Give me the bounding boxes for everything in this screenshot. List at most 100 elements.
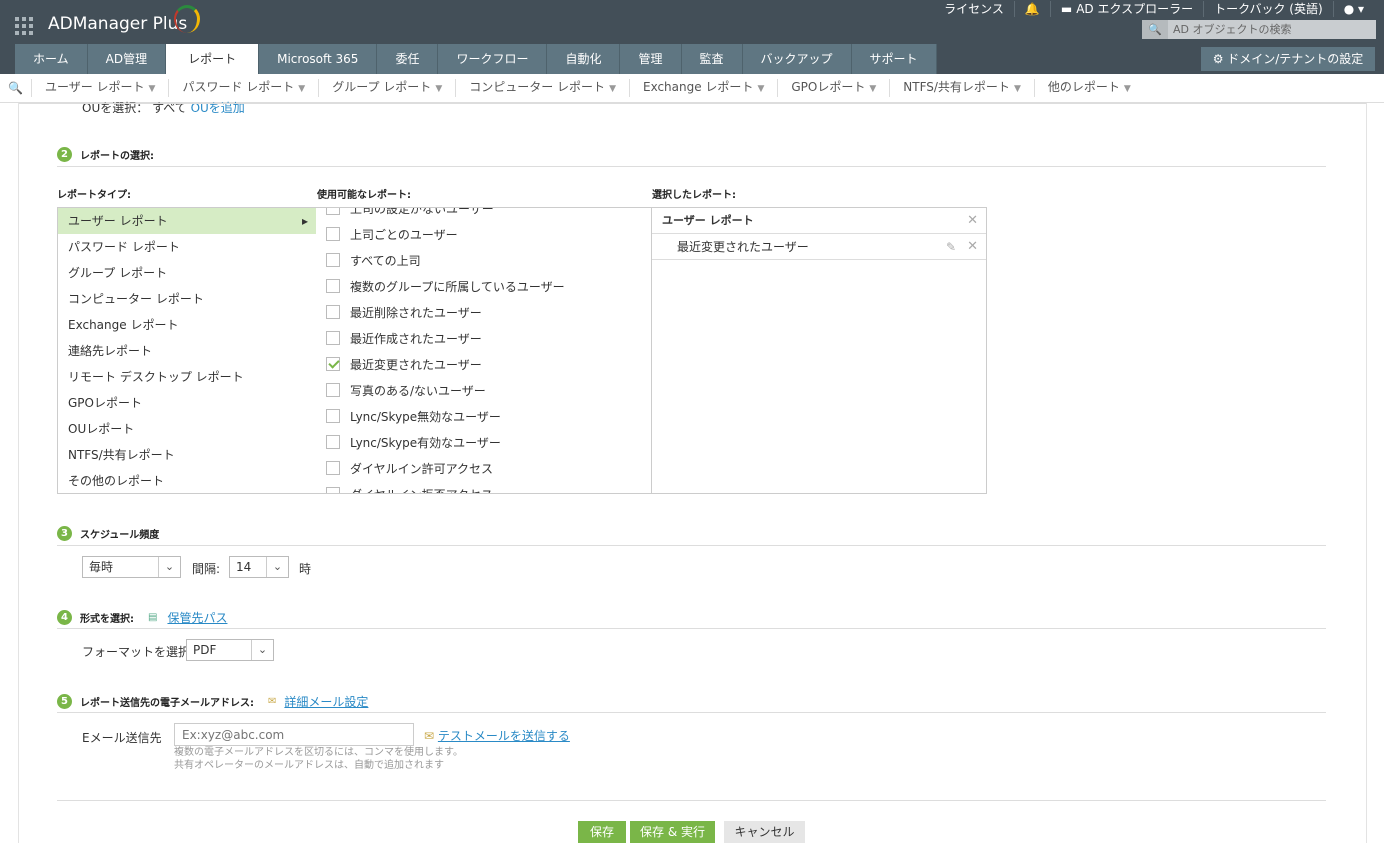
report-type-label: コンピューター レポート xyxy=(68,292,204,306)
talkback-link[interactable]: トークバック (英語) xyxy=(1204,1,1334,17)
email-hint: 複数の電子メールアドレスを区切るには、コンマを使用します。 xyxy=(174,747,463,758)
divider xyxy=(19,103,1366,104)
available-reports-header: 使用可能なレポート: xyxy=(317,190,411,201)
report-label: 複数のグループに所属しているユーザー xyxy=(350,279,565,294)
edit-icon[interactable]: ✎ xyxy=(946,234,956,260)
tab-10[interactable]: サポート xyxy=(851,44,937,74)
checkbox[interactable] xyxy=(326,383,340,397)
available-report-item[interactable]: すべての上司 xyxy=(326,247,651,273)
report-label: すべての上司 xyxy=(350,253,421,268)
checkbox[interactable] xyxy=(326,461,340,475)
subnav-item-6[interactable]: NTFS/共有レポート ▼ xyxy=(889,79,1034,97)
subnav-item-1[interactable]: パスワード レポート ▼ xyxy=(168,79,318,97)
tab-6[interactable]: 自動化 xyxy=(547,44,621,74)
checkbox[interactable] xyxy=(326,279,340,293)
frequency-select[interactable]: 毎時 ⌄ xyxy=(82,556,181,578)
checkbox[interactable] xyxy=(326,487,340,493)
app-grid-icon[interactable] xyxy=(15,17,33,35)
advanced-mail-settings-link[interactable]: 詳細メール設定 xyxy=(284,693,368,710)
save-button[interactable]: 保存 xyxy=(578,821,626,843)
tab-5[interactable]: ワークフロー xyxy=(438,44,548,74)
ou-row: OUを選択： すべて OUを追加 xyxy=(82,101,245,113)
checkbox[interactable] xyxy=(326,305,340,319)
report-type-label: パスワード レポート xyxy=(68,240,180,254)
format-select[interactable]: PDF ⌄ xyxy=(186,639,274,661)
report-type-item[interactable]: ユーザー レポート ▸ xyxy=(58,208,316,234)
checkbox[interactable] xyxy=(326,409,340,423)
folder-icon: ▬ xyxy=(1060,2,1073,16)
available-report-item[interactable]: 上司ごとのユーザー xyxy=(326,221,651,247)
interval-select[interactable]: 14 ⌄ xyxy=(229,556,289,578)
tab-2[interactable]: レポート xyxy=(166,44,260,74)
subnav-item-7[interactable]: 他のレポート ▼ xyxy=(1033,79,1144,97)
report-type-item[interactable]: GPOレポート xyxy=(58,390,316,416)
user-avatar-icon[interactable]: ● ▾ xyxy=(1334,1,1374,17)
subnav-item-5[interactable]: GPOレポート ▼ xyxy=(777,79,889,97)
save-and-run-button[interactable]: 保存 & 実行 xyxy=(630,821,715,843)
tab-0[interactable]: ホーム xyxy=(15,44,88,74)
checkbox[interactable] xyxy=(326,253,340,267)
report-type-item[interactable]: リモート デスクトップ レポート xyxy=(58,364,316,390)
report-type-item[interactable]: グループ レポート xyxy=(58,260,316,286)
send-test-mail[interactable]: ✉ テストメールを送信する xyxy=(424,727,570,744)
storage-path-link[interactable]: 保管先パス xyxy=(167,609,227,626)
close-icon[interactable]: ✕ xyxy=(967,208,978,234)
report-type-header: レポートタイプ: xyxy=(57,190,131,201)
report-type-item[interactable]: NTFS/共有レポート xyxy=(58,442,316,468)
report-label: Lync/Skype無効なユーザー xyxy=(350,409,501,424)
available-report-item[interactable]: Lync/Skype無効なユーザー xyxy=(326,403,651,429)
report-type-item[interactable]: 連絡先レポート xyxy=(58,338,316,364)
available-report-item[interactable]: ダイヤルイン拒否アクセス xyxy=(326,481,651,493)
available-report-item[interactable]: 最近変更されたユーザー xyxy=(326,351,651,377)
arrow-right-icon: ▸ xyxy=(301,214,308,228)
tab-7[interactable]: 管理 xyxy=(620,44,682,74)
report-type-label: GPOレポート xyxy=(68,396,142,410)
available-report-item[interactable]: 写真のある/ないユーザー xyxy=(326,377,651,403)
email-to-input[interactable] xyxy=(174,723,414,746)
tab-4[interactable]: 委任 xyxy=(377,44,439,74)
ad-object-search[interactable]: 🔍 AD オブジェクトの検索 xyxy=(1142,20,1376,39)
report-type-item[interactable]: コンピューター レポート xyxy=(58,286,316,312)
bell-icon[interactable]: 🔔 xyxy=(1015,1,1051,17)
tab-8[interactable]: 監査 xyxy=(681,44,743,74)
available-reports-list[interactable]: 上司の設定がないユーザー 上司ごとのユーザーすべての上司複数のグループに所属してい… xyxy=(316,207,652,494)
tab-3[interactable]: Microsoft 365 xyxy=(259,44,378,74)
available-report-item[interactable]: 上司の設定がないユーザー xyxy=(326,208,651,221)
checkbox[interactable] xyxy=(326,357,340,371)
license-link[interactable]: ライセンス xyxy=(934,1,1015,17)
checkbox[interactable] xyxy=(326,331,340,345)
tab-9[interactable]: バックアップ xyxy=(742,44,852,74)
cancel-button[interactable]: キャンセル xyxy=(724,821,805,843)
remove-icon[interactable]: ✕ xyxy=(967,234,978,260)
report-type-item[interactable]: パスワード レポート xyxy=(58,234,316,260)
report-type-item[interactable]: Exchange レポート xyxy=(58,312,316,338)
subnav-label: グループ レポート xyxy=(332,80,432,94)
available-report-item[interactable]: Lync/Skype有効なユーザー xyxy=(326,429,651,455)
report-label: Lync/Skype有効なユーザー xyxy=(350,435,501,450)
report-type-item[interactable]: その他のレポート xyxy=(58,468,316,493)
subnav-label: NTFS/共有レポート xyxy=(903,80,1010,94)
checkbox[interactable] xyxy=(326,227,340,241)
chevron-down-icon: ⌄ xyxy=(266,557,288,577)
subnav-item-3[interactable]: コンピューター レポート ▼ xyxy=(455,79,629,97)
available-report-item[interactable]: ダイヤルイン許可アクセス xyxy=(326,455,651,481)
caret-down-icon: ▼ xyxy=(1123,84,1131,94)
available-report-item[interactable]: 複数のグループに所属しているユーザー xyxy=(326,273,651,299)
available-report-item[interactable]: 最近削除されたユーザー xyxy=(326,299,651,325)
subnav-item-2[interactable]: グループ レポート ▼ xyxy=(318,79,455,97)
checkbox[interactable] xyxy=(326,208,340,215)
checkbox[interactable] xyxy=(326,435,340,449)
subnav-item-4[interactable]: Exchange レポート ▼ xyxy=(628,79,777,97)
app-logo[interactable]: ADManager Plus xyxy=(48,14,187,34)
search-icon[interactable]: 🔍 xyxy=(0,81,31,95)
report-type-label: NTFS/共有レポート xyxy=(68,448,175,462)
available-report-item[interactable]: 最近作成されたユーザー xyxy=(326,325,651,351)
subnav-item-0[interactable]: ユーザー レポート ▼ xyxy=(30,79,169,97)
domain-tenant-settings-button[interactable]: ⚙ ドメイン/テナントの設定 xyxy=(1201,47,1375,71)
caret-down-icon: ▼ xyxy=(148,84,156,94)
report-label: 最近作成されたユーザー xyxy=(350,331,482,346)
ad-explorer-link[interactable]: ▬ AD エクスプローラー xyxy=(1051,1,1205,17)
selected-report-item: 最近変更されたユーザー ✎ ✕ xyxy=(652,234,986,260)
report-type-item[interactable]: OUレポート xyxy=(58,416,316,442)
tab-1[interactable]: AD管理 xyxy=(87,44,167,74)
